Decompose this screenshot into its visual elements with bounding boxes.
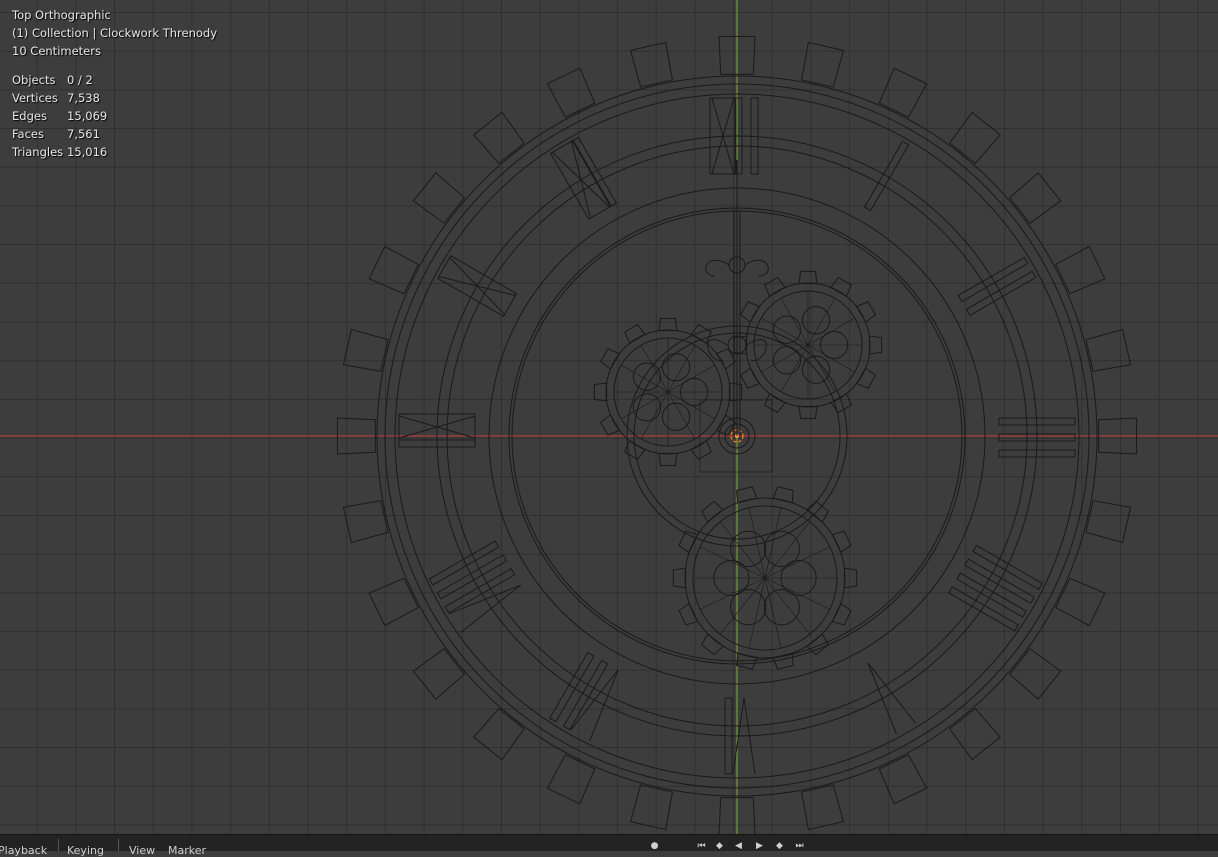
menu-marker[interactable]: Marker <box>168 844 206 857</box>
stat-edges: Edges 15,069 <box>12 109 108 123</box>
menu-separator <box>118 839 119 851</box>
stat-faces: Faces 7,561 <box>12 127 100 141</box>
menu-separator <box>58 839 59 851</box>
timeline-header: Playback Keying View Marker ● ⏮ ◆ ◀ ▶ ◆ … <box>0 834 1218 857</box>
menu-view[interactable]: View <box>129 844 155 857</box>
stat-objects: Objects 0 / 2 <box>12 73 93 87</box>
stat-vertices: Vertices 7,538 <box>12 91 100 105</box>
collection-name: (1) Collection | Clockwork Threnody <box>12 26 218 40</box>
stat-triangles: Triangles 15,016 <box>12 145 108 159</box>
viewport-info-overlay: Top Orthographic (1) Collection | Clockw… <box>12 6 217 161</box>
3d-viewport[interactable]: Top Orthographic (1) Collection | Clockw… <box>0 0 1218 834</box>
grid-scale: 10 Centimeters <box>12 44 101 58</box>
view-name: Top Orthographic <box>12 8 111 22</box>
menu-playback[interactable]: Playback <box>0 844 47 857</box>
menu-keying[interactable]: Keying <box>67 844 104 857</box>
